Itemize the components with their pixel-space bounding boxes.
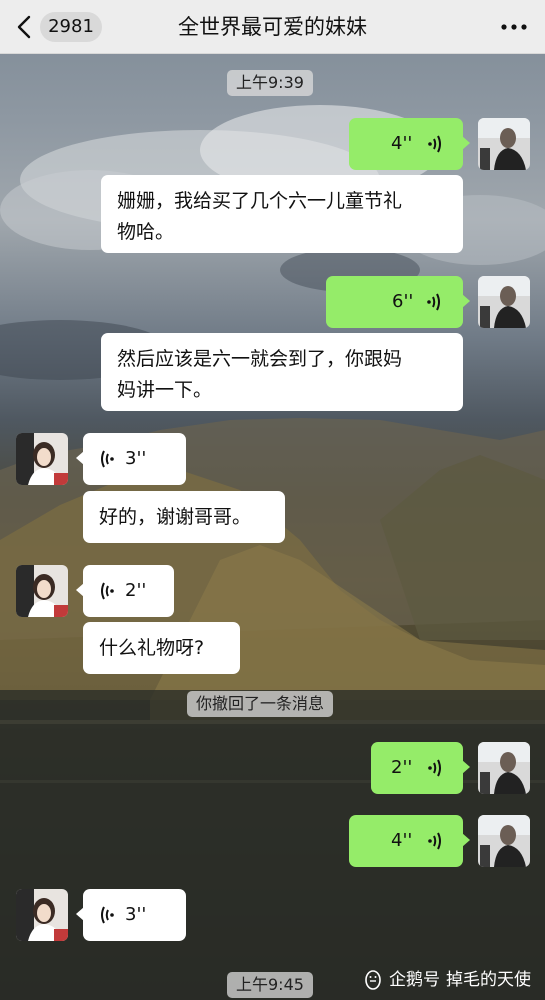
voice-wave-icon <box>427 293 440 311</box>
message-text: 好的，谢谢哥哥。 <box>99 506 252 528</box>
voice-wave-icon <box>101 906 114 924</box>
my-avatar[interactable] <box>478 276 530 328</box>
timestamp: 上午9:45 <box>227 972 313 998</box>
my-avatar[interactable] <box>478 742 530 794</box>
voice-message-bubble[interactable]: 2'' <box>371 742 470 794</box>
voice-duration: 6'' <box>392 291 414 312</box>
voice-duration: 4'' <box>391 830 413 851</box>
voice-duration: 3'' <box>125 904 147 925</box>
contact-avatar[interactable] <box>16 889 68 941</box>
text-message-bubble[interactable]: 然后应该是六一就会到了，你跟妈 妈讲一下。 <box>101 333 463 411</box>
message-text: 什么礼物呀? <box>99 637 205 659</box>
text-message-bubble[interactable]: 姗姗，我给买了几个六一儿童节礼 物哈。 <box>101 175 463 253</box>
voice-wave-icon <box>101 450 114 468</box>
recall-notice: 你撤回了一条消息 <box>187 691 334 717</box>
voice-duration: 4'' <box>391 133 413 154</box>
back-arrow-icon[interactable] <box>14 14 36 40</box>
voice-duration: 2'' <box>125 580 147 601</box>
contact-avatar[interactable] <box>16 433 68 485</box>
my-avatar[interactable] <box>478 118 530 170</box>
voice-duration: 2'' <box>391 757 413 778</box>
voice-message-bubble[interactable]: 6'' <box>326 276 470 328</box>
watermark-author: 掉毛的天使 <box>446 970 531 990</box>
voice-message-bubble[interactable]: 2'' <box>76 565 174 617</box>
watermark: 企鹅号 掉毛的天使 <box>363 966 531 994</box>
voice-message-bubble[interactable]: 4'' <box>349 118 470 170</box>
penguin-logo-icon <box>365 970 381 990</box>
message-text: 姗姗，我给买了几个六一儿童节礼 物哈。 <box>117 190 403 243</box>
voice-wave-icon <box>428 759 441 777</box>
watermark-brand: 企鹅号 <box>389 970 440 990</box>
voice-wave-icon <box>101 582 114 600</box>
voice-message-bubble[interactable]: 3'' <box>76 889 186 941</box>
voice-wave-icon <box>428 135 441 153</box>
message-text: 然后应该是六一就会到了，你跟妈 妈讲一下。 <box>117 348 403 401</box>
voice-message-bubble[interactable]: 3'' <box>76 433 186 485</box>
chat-title: 全世界最可爱的妹妹 <box>178 15 367 39</box>
more-options-icon[interactable] <box>499 15 529 39</box>
chat-header: 2981 全世界最可爱的妹妹 <box>0 0 545 54</box>
text-message-bubble[interactable]: 什么礼物呀? <box>83 622 240 674</box>
unread-count-badge[interactable]: 2981 <box>40 12 102 42</box>
voice-message-bubble[interactable]: 4'' <box>349 815 470 867</box>
my-avatar[interactable] <box>478 815 530 867</box>
voice-duration: 3'' <box>125 448 147 469</box>
timestamp: 上午9:39 <box>227 70 313 96</box>
voice-wave-icon <box>428 832 441 850</box>
contact-avatar[interactable] <box>16 565 68 617</box>
text-message-bubble[interactable]: 好的，谢谢哥哥。 <box>83 491 285 543</box>
